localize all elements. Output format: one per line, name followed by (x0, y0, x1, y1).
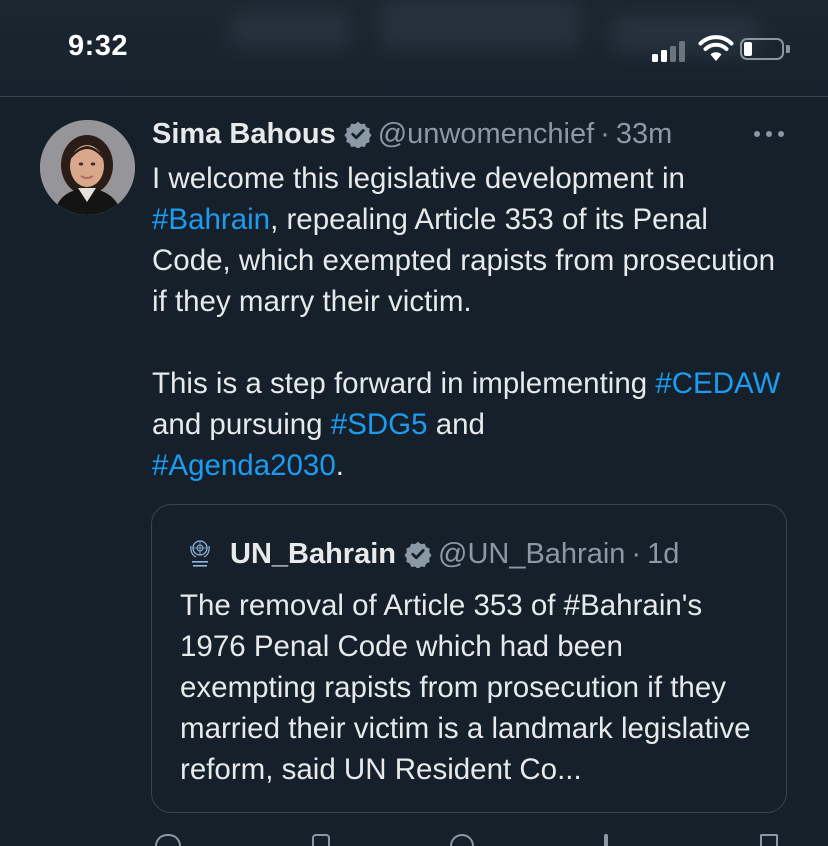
quoted-author-display-name[interactable]: UN_Bahrain (230, 538, 396, 571)
share-icon[interactable] (760, 834, 778, 846)
more-options-button[interactable] (752, 122, 788, 146)
hashtag-link[interactable]: #SDG5 (331, 408, 428, 441)
hashtag-link[interactable]: #Agenda2030 (152, 449, 336, 482)
header-separator: · (600, 117, 610, 150)
tweet-header: Sima Bahous @unwomenchief · 33m (152, 114, 672, 154)
quoted-tweet-timestamp[interactable]: 1d (647, 538, 679, 571)
author-display-name[interactable]: Sima Bahous (152, 118, 336, 151)
tweet-text: I welcome this legislative development i… (152, 158, 792, 486)
cellular-signal-icon (652, 40, 690, 62)
views-icon[interactable] (604, 834, 608, 846)
wifi-icon (698, 35, 734, 61)
avatar[interactable] (40, 120, 135, 215)
tweet-action-bar (152, 826, 792, 846)
like-icon[interactable] (450, 834, 474, 846)
tweet-timestamp[interactable]: 33m (616, 118, 672, 151)
verified-badge-icon (344, 121, 372, 148)
avatar-portrait (40, 120, 135, 215)
verified-badge-icon (404, 541, 432, 568)
hashtag-link[interactable]: #CEDAW (655, 367, 780, 400)
status-bar: 9:32 (0, 0, 828, 97)
quoted-header-separator: · (631, 537, 642, 570)
author-handle[interactable]: @unwomenchief (378, 118, 594, 151)
status-time: 9:32 (68, 30, 129, 62)
retweet-icon[interactable] (312, 834, 330, 846)
quoted-tweet-card[interactable]: UN_Bahrain @UN_Bahrain · 1d The removal … (151, 504, 787, 813)
un-emblem-icon (190, 540, 210, 567)
tweet-paragraph-1: I welcome this legislative development i… (152, 162, 776, 318)
quoted-tweet-text: The removal of Article 353 of #Bahrain's… (180, 589, 751, 786)
reply-icon[interactable] (155, 834, 181, 846)
quoted-author-handle[interactable]: @UN_Bahrain (438, 538, 625, 571)
more-options-icon (754, 131, 760, 137)
quoted-tweet-header: UN_Bahrain @UN_Bahrain · 1d (188, 535, 679, 573)
battery-icon (740, 38, 794, 62)
hashtag-link[interactable]: #Bahrain (152, 203, 270, 236)
tweet-paragraph-2: This is a step forward in implementing #… (152, 367, 781, 482)
